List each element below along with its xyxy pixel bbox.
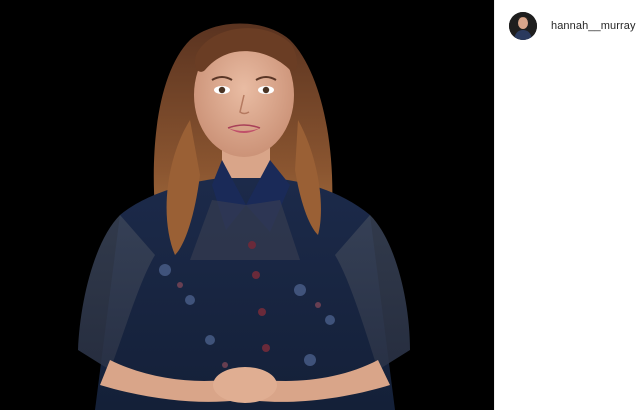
portrait-image <box>0 0 494 410</box>
post-header: hannah__murray <box>495 0 640 52</box>
username-link[interactable]: hannah__murray <box>551 20 636 32</box>
post-photo[interactable] <box>0 0 494 410</box>
post-sidebar: hannah__murray <box>494 0 640 410</box>
instagram-post: hannah__murray <box>0 0 640 410</box>
profile-avatar-icon[interactable] <box>509 12 537 40</box>
